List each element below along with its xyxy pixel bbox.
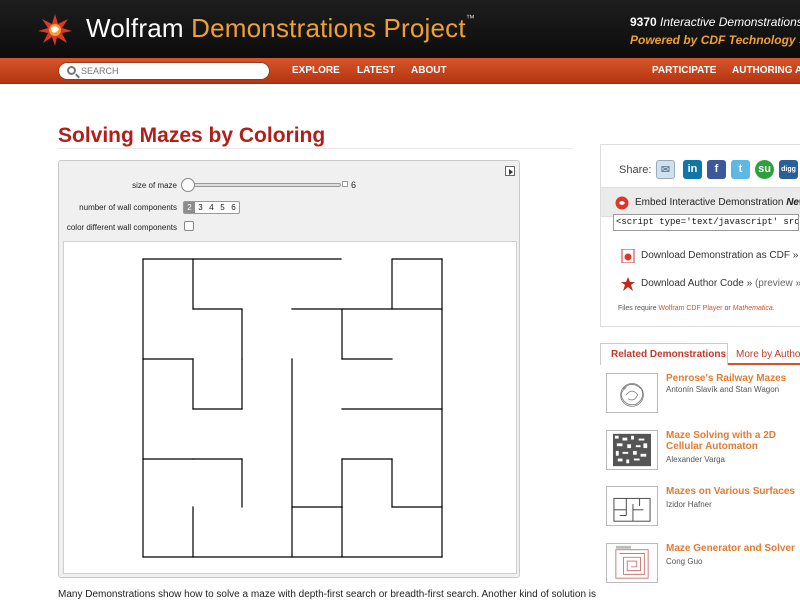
wall-option-2[interactable]: 2 (184, 202, 195, 213)
powered-by-link[interactable]: Powered by CDF Technology » (630, 31, 800, 49)
related-author: Alexander Varga (666, 455, 725, 464)
main-nav: EXPLORE LATEST ABOUT PARTICIPATE AUTHORI… (0, 58, 800, 84)
share-label: Share: (619, 164, 652, 176)
search-input[interactable] (81, 64, 261, 78)
maze-output (63, 241, 517, 574)
stumbleupon-icon[interactable]: su (755, 160, 774, 179)
slider-expand-icon[interactable] (342, 181, 348, 187)
panel-toggle-button[interactable] (505, 166, 515, 176)
size-of-maze-slider[interactable] (185, 183, 341, 187)
related-title[interactable]: Mazes on Various Surfaces (666, 486, 800, 497)
page-title: Solving Mazes by Coloring (58, 124, 326, 147)
nav-participate[interactable]: PARTICIPATE (652, 65, 716, 76)
related-title[interactable]: Penrose's Railway Mazes (666, 373, 800, 384)
related-thumbnail[interactable] (606, 373, 658, 413)
related-thumbnail[interactable] (606, 543, 658, 583)
wall-option-3[interactable]: 3 (195, 202, 206, 213)
color-components-checkbox[interactable] (184, 221, 194, 231)
linkedin-icon[interactable]: in (683, 160, 702, 179)
related-thumbnail[interactable] (606, 430, 658, 470)
nav-latest[interactable]: LATEST (357, 65, 395, 76)
header-tagline: 9370 Interactive Demonstrations Powered … (630, 13, 800, 49)
slider-thumb[interactable] (181, 178, 195, 192)
download-author-code-link[interactable]: Download Author Code » (641, 278, 752, 289)
email-icon[interactable]: ✉ (656, 160, 675, 179)
related-author: Cong Guo (666, 557, 703, 566)
demo-panel: size of maze 6 number of wall components… (58, 160, 520, 578)
size-of-maze-value: 6 (351, 180, 357, 190)
embed-row[interactable]: Embed Interactive Demonstration New! (601, 187, 800, 217)
embed-label: Embed Interactive Demonstration New! (635, 197, 800, 208)
related-tabs: Related Demonstrations More by Author (600, 343, 800, 365)
download-author-code-row: Download Author Code » (preview ») (641, 278, 800, 289)
trademark: ™ (465, 13, 475, 23)
demo-count: 9370 (630, 15, 657, 29)
related-item[interactable]: Penrose's Railway Mazes Antonín Slavík a… (606, 373, 800, 423)
nav-about[interactable]: ABOUT (411, 65, 447, 76)
related-author: Izidor Hafner (666, 500, 712, 509)
demo-count-label: Interactive Demonstrations (660, 15, 800, 29)
tab-more-by-author[interactable]: More by Author (736, 349, 800, 360)
size-of-maze-label: size of maze (132, 181, 177, 190)
wall-components-setter: 2 3 4 5 6 (183, 201, 240, 214)
share-panel: Share: ✉ in f t su digg Embed Interactiv… (600, 144, 800, 327)
download-cdf-link[interactable]: Download Demonstration as CDF » (641, 250, 798, 261)
demo-description: Many Demonstrations show how to solve a … (58, 589, 597, 600)
nav-explore[interactable]: EXPLORE (292, 65, 340, 76)
site-header: Wolfram Demonstrations Project™ 9370 Int… (0, 0, 800, 58)
color-components-label: color different wall components (66, 223, 177, 232)
mathematica-link[interactable]: Mathematica. (733, 305, 775, 312)
wall-option-6[interactable]: 6 (228, 202, 239, 213)
wall-option-5[interactable]: 5 (217, 202, 228, 213)
related-thumbnail[interactable] (606, 486, 658, 526)
maze-graphic (142, 258, 443, 558)
site-title[interactable]: Wolfram Demonstrations Project™ (86, 13, 475, 44)
related-author: Antonín Slavík and Stan Wagon (666, 385, 780, 394)
cdf-player-link[interactable]: Wolfram CDF Player (658, 305, 722, 312)
related-item[interactable]: Mazes on Various Surfaces Izidor Hafner (606, 486, 800, 536)
related-title[interactable]: Maze Solving with a 2D Cellular Automato… (666, 430, 800, 452)
wall-components-label: number of wall components (79, 203, 177, 212)
wolfram-logo-icon[interactable] (38, 14, 72, 46)
author-code-icon (621, 277, 635, 291)
nav-authoring-area[interactable]: AUTHORING AREA (732, 65, 800, 76)
embed-code-field[interactable]: <script type='text/javascript' src='http… (613, 214, 799, 231)
title-divider (58, 148, 573, 149)
digg-icon[interactable]: digg (779, 160, 798, 179)
related-item[interactable]: Maze Generator and Solver Cong Guo (606, 543, 800, 593)
twitter-icon[interactable]: t (731, 160, 750, 179)
cdf-spikey-icon (615, 196, 629, 210)
facebook-icon[interactable]: f (707, 160, 726, 179)
site-title-demonstrations: Demonstrations Project (191, 13, 466, 43)
search-box[interactable] (58, 62, 270, 80)
wall-option-4[interactable]: 4 (206, 202, 217, 213)
search-icon (67, 66, 76, 75)
related-title[interactable]: Maze Generator and Solver (666, 543, 800, 554)
site-title-wolfram: Wolfram (86, 13, 184, 43)
cdf-file-icon (621, 249, 635, 263)
preview-link[interactable]: (preview ») (755, 278, 800, 289)
requirements-note: Files require Wolfram CDF Player or Math… (618, 305, 775, 312)
related-item[interactable]: Maze Solving with a 2D Cellular Automato… (606, 430, 800, 480)
tab-related-demonstrations[interactable]: Related Demonstrations (600, 343, 728, 365)
